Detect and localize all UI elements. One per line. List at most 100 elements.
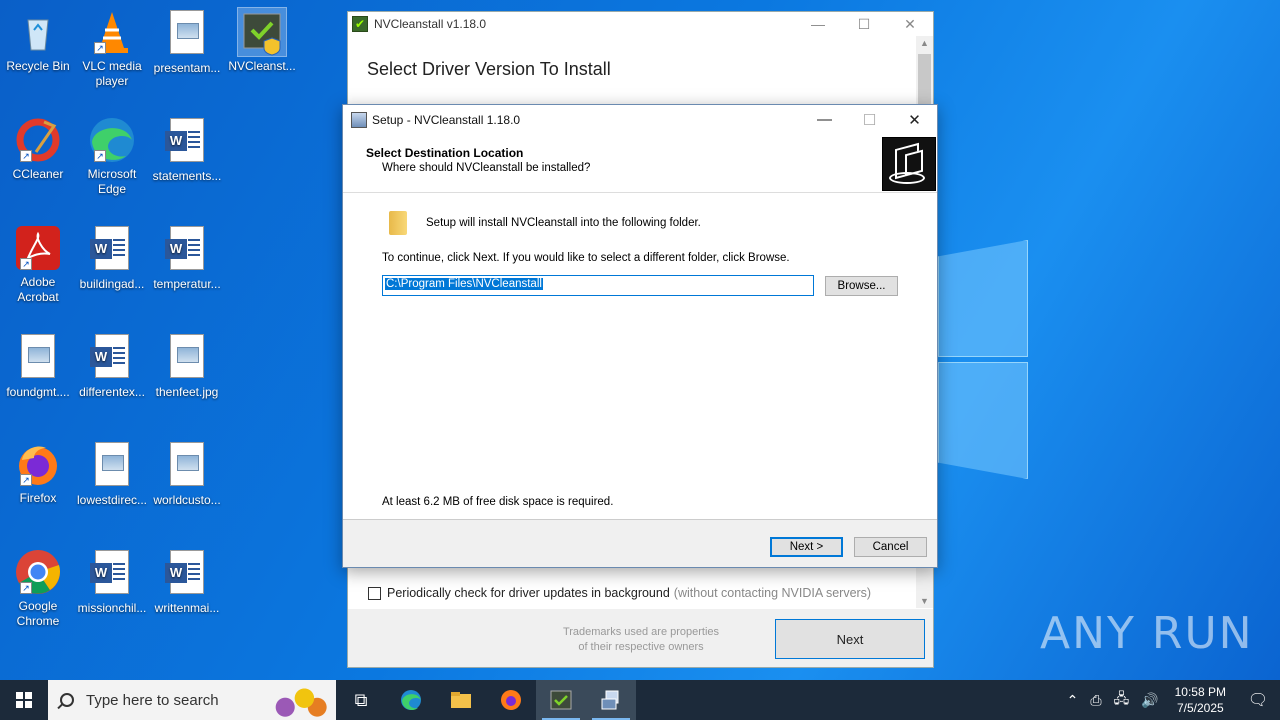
setup-body: Setup will install NVCleanstall into the… xyxy=(343,193,937,519)
update-check-checkbox[interactable] xyxy=(368,586,381,600)
desktop-icon-buildingad[interactable]: W buildingad... xyxy=(74,224,150,292)
desktop-icon-label: worldcusto... xyxy=(153,493,221,507)
update-check-option[interactable]: Periodically check for driver updates in… xyxy=(368,586,871,600)
desktop-icon-google-chrome[interactable]: ↗ Google Chrome xyxy=(0,548,76,629)
close-icon[interactable]: ✕ xyxy=(892,111,937,129)
checkbox-label: Periodically check for driver updates in… xyxy=(387,586,670,600)
setup-button-bar: Next > Cancel xyxy=(343,519,937,567)
window-title: NVCleanstall v1.18.0 xyxy=(374,17,487,31)
desktop-icon-nvcleanstall[interactable]: NVCleanst... xyxy=(224,7,300,74)
network-icon[interactable]: 🖧 xyxy=(1108,688,1136,712)
desktop-icon-label: Google Chrome xyxy=(16,599,60,628)
desktop-icon-lowestdirec[interactable]: lowestdirec... xyxy=(74,440,150,508)
vlc-cone-icon: ↗ xyxy=(88,8,136,56)
windows-start-icon xyxy=(16,692,32,708)
desktop-icon-label: VLC media player xyxy=(82,59,142,88)
nvcleanstall-app-icon: ✔ xyxy=(352,16,368,32)
setup-cancel-button[interactable]: Cancel xyxy=(854,537,927,557)
image-file-icon xyxy=(163,10,211,58)
nvcleanstall-titlebar[interactable]: ✔ NVCleanstall v1.18.0 — ☐ ✕ xyxy=(348,12,933,36)
word-document-icon: W xyxy=(88,334,136,382)
checkbox-note: (without contacting NVIDIA servers) xyxy=(673,586,872,600)
minimize-icon[interactable]: — xyxy=(802,111,847,129)
desktop-icon-thenfeet[interactable]: thenfeet.jpg xyxy=(149,332,225,400)
desktop-icon-ccleaner[interactable]: ↗ CCleaner xyxy=(0,116,76,182)
desktop-icon-label: NVCleanst... xyxy=(228,59,296,73)
taskbar-setup-icon[interactable] xyxy=(586,680,636,720)
device-icon[interactable]: ⎙ xyxy=(1084,692,1107,709)
edge-icon: ↗ xyxy=(88,116,136,164)
word-document-icon: W xyxy=(88,226,136,274)
setup-next-button[interactable]: Next > xyxy=(770,537,843,557)
next-button[interactable]: Next xyxy=(775,619,925,659)
desktop-icon-label: missionchil... xyxy=(77,601,147,615)
desktop-icon-presentam[interactable]: presentam... xyxy=(149,8,225,76)
desktop-icon-vlc[interactable]: ↗ VLC media player xyxy=(74,8,150,89)
nvcleanstall-icon xyxy=(237,7,287,57)
desktop-icon-missionchil[interactable]: W missionchil... xyxy=(74,548,150,616)
desktop-icon-label: CCleaner xyxy=(12,167,64,181)
desktop-icon-recycle-bin[interactable]: Recycle Bin xyxy=(0,8,76,74)
maximize-icon[interactable]: ☐ xyxy=(841,16,887,33)
desktop-icon-adobe-acrobat[interactable]: ↗ Adobe Acrobat xyxy=(0,224,76,305)
desktop-icon-firefox[interactable]: ↗ Firefox xyxy=(0,440,76,506)
desktop-icon-writtenmai[interactable]: W writtenmai... xyxy=(149,548,225,616)
desktop-icon-label: differentex... xyxy=(79,385,145,399)
clock-date: 7/5/2025 xyxy=(1176,701,1224,715)
destination-path-input[interactable]: C:\Program Files\NVCleanstall xyxy=(382,275,814,296)
system-tray: ⌃ ⎙ 🖧 🔊 10:58 PM 7/5/2025 🗨 xyxy=(1061,680,1280,720)
install-folder-info: Setup will install NVCleanstall into the… xyxy=(426,217,701,229)
volume-icon[interactable]: 🔊 xyxy=(1135,692,1164,709)
desktop-icon-differentex[interactable]: W differentex... xyxy=(74,332,150,400)
setup-header: Select Destination Location Where should… xyxy=(343,135,937,193)
desktop-icon-foundgmt[interactable]: foundgmt.... xyxy=(0,332,76,400)
start-button[interactable] xyxy=(0,680,48,720)
desktop-icon-label: writtenmai... xyxy=(154,601,220,615)
adobe-acrobat-icon: ↗ xyxy=(14,224,62,272)
taskbar-nvcleanstall-icon[interactable] xyxy=(536,680,586,720)
setup-dialog: Setup - NVCleanstall 1.18.0 — ☐ ✕ Select… xyxy=(342,104,938,568)
browse-instructions: To continue, click Next. If you would li… xyxy=(382,252,790,264)
image-file-icon xyxy=(14,334,62,382)
folder-icon xyxy=(389,211,407,235)
recycle-bin-icon xyxy=(14,8,62,56)
installer-logo-icon xyxy=(882,137,936,191)
close-icon[interactable]: ✕ xyxy=(887,16,933,33)
desktop-icon-label: foundgmt.... xyxy=(6,385,70,399)
taskbar-search[interactable]: Type here to search xyxy=(48,680,336,720)
search-highlight-art xyxy=(266,682,330,718)
desktop-icon-label: temperatur... xyxy=(153,277,221,291)
image-file-icon xyxy=(88,442,136,490)
desktop-icon-label: Firefox xyxy=(19,491,57,505)
image-file-icon xyxy=(163,442,211,490)
show-hidden-icons-icon[interactable]: ⌃ xyxy=(1061,692,1085,709)
word-document-icon: W xyxy=(163,118,211,166)
desktop-icon-worldcusto[interactable]: worldcusto... xyxy=(149,440,225,508)
step-subtitle: Where should NVCleanstall be installed? xyxy=(382,162,591,174)
desktop-icon-label: Recycle Bin xyxy=(6,59,70,73)
maximize-icon: ☐ xyxy=(862,112,877,129)
desktop-icon-label: lowestdirec... xyxy=(76,493,148,507)
scroll-up-icon[interactable]: ▲ xyxy=(916,38,933,48)
search-placeholder: Type here to search xyxy=(86,691,219,709)
disk-space-note: At least 6.2 MB of free disk space is re… xyxy=(382,496,614,508)
image-file-icon xyxy=(163,334,211,382)
setup-titlebar[interactable]: Setup - NVCleanstall 1.18.0 — ☐ ✕ xyxy=(343,105,937,135)
search-icon xyxy=(60,693,74,707)
scroll-down-icon[interactable]: ▼ xyxy=(916,596,933,606)
minimize-icon[interactable]: — xyxy=(795,16,841,33)
word-document-icon: W xyxy=(163,226,211,274)
desktop-icon-statements[interactable]: W statements... xyxy=(149,116,225,184)
browse-button[interactable]: Browse... xyxy=(825,276,898,296)
task-view-icon[interactable]: ⧉ xyxy=(336,680,386,720)
taskbar-clock[interactable]: 10:58 PM 7/5/2025 xyxy=(1165,684,1236,716)
taskbar-firefox-icon[interactable] xyxy=(486,680,536,720)
desktop-icon-label: buildingad... xyxy=(79,277,145,291)
destination-path-value: C:\Program Files\NVCleanstall xyxy=(385,278,543,290)
notification-center-icon[interactable]: 🗨 xyxy=(1236,690,1280,710)
desktop-icon-temperatur[interactable]: W temperatur... xyxy=(149,224,225,292)
taskbar-edge-icon[interactable] xyxy=(386,680,436,720)
chrome-icon: ↗ xyxy=(14,548,62,596)
taskbar-file-explorer-icon[interactable] xyxy=(436,680,486,720)
desktop-icon-microsoft-edge[interactable]: ↗ Microsoft Edge xyxy=(74,116,150,197)
